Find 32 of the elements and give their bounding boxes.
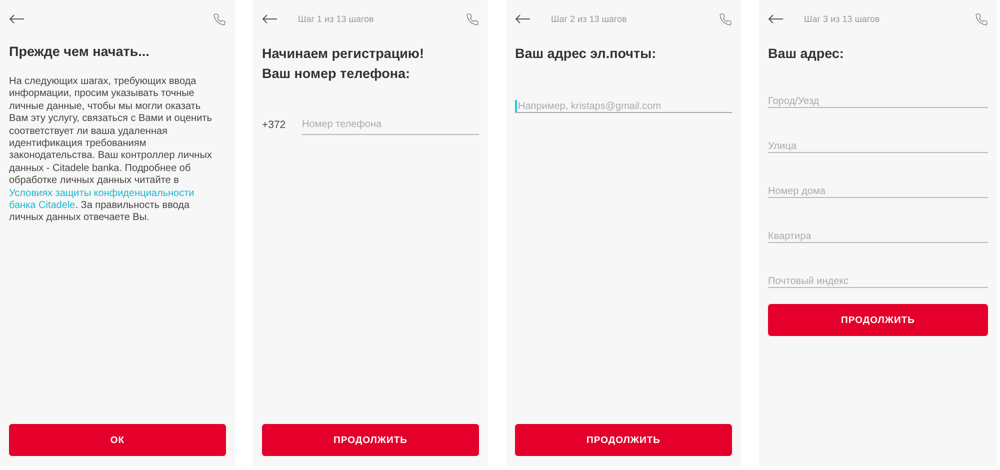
continue-button[interactable]: ПРОДОЛЖИТЬ xyxy=(768,304,988,336)
back-icon[interactable] xyxy=(262,14,278,24)
step-label: Шаг 3 из 13 шагов xyxy=(804,14,881,24)
phone-icon[interactable] xyxy=(466,12,479,26)
phone-icon[interactable] xyxy=(975,12,988,26)
screen-title: Ваш адрес эл.почты: xyxy=(515,45,658,63)
back-icon[interactable] xyxy=(9,14,25,24)
phone-icon[interactable] xyxy=(719,12,732,26)
input-field[interactable]: Улица xyxy=(768,141,988,153)
back-icon[interactable] xyxy=(515,14,531,24)
input-field[interactable]: Например, kristaps@gmail.com xyxy=(515,100,732,113)
continue-button[interactable]: ПРОДОЛЖИТЬ xyxy=(515,424,732,456)
continue-button[interactable]: ОК xyxy=(9,424,226,456)
phone-icon[interactable] xyxy=(213,12,226,26)
input-field[interactable]: Город/Уезд xyxy=(768,96,988,108)
screen-title: Начинаем регистрацию! xyxy=(262,45,425,63)
input-field[interactable]: Номер телефона xyxy=(302,114,479,135)
intro-paragraph: На следующих шагах, требующих ввода информации, просим указывать точные личные данные, чтобы мы могли оказать Вам эту услугу, связаться с Вами и оценить соответствует ли ваша удаленная идентификация требованиям законодательства. Ваш контроллер личных данных - Citadele banka. Подробнее об обработке личных данных читайте в Условиях защиты конфиденциальности банка Citadele. За правильность ввода личных данных отвечаете Вы. xyxy=(9,76,213,225)
step-label: Шаг 1 из 13 шагов xyxy=(298,14,375,24)
continue-button[interactable]: ПРОДОЛЖИТЬ xyxy=(262,424,479,456)
privacy-link[interactable]: банка Citadele xyxy=(9,200,76,212)
screen-title: Ваш адрес: xyxy=(768,45,845,63)
country-code: +372 xyxy=(262,118,287,130)
step-label: Шаг 2 из 13 шагов xyxy=(551,14,628,24)
input-field[interactable]: Номер дома xyxy=(768,186,988,198)
text-cursor xyxy=(515,100,517,112)
input-field[interactable]: Почтовый индекс xyxy=(768,276,988,288)
privacy-link[interactable]: Условиях защиты конфиденциальности xyxy=(9,188,194,199)
screen-title: Прежде чем начать... xyxy=(9,43,150,61)
input-field[interactable]: Квартира xyxy=(768,231,988,243)
back-icon[interactable] xyxy=(768,14,784,24)
screen-title: Ваш номер телефона: xyxy=(262,65,412,83)
